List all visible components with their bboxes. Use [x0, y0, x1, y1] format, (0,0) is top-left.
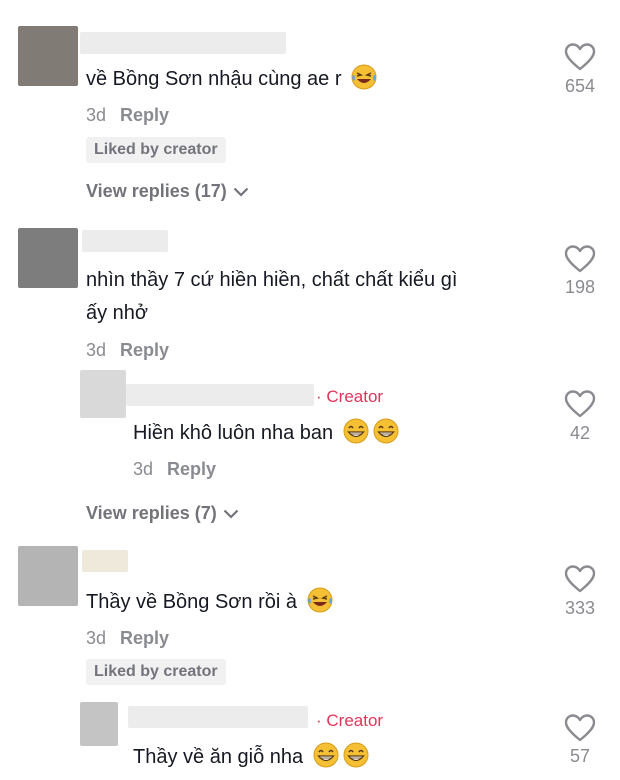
reply-time: 3d — [133, 459, 154, 479]
like-count: 42 — [569, 423, 591, 443]
chevron-down-icon — [233, 187, 249, 197]
reply-button[interactable]: Reply — [120, 628, 169, 648]
comment-time: 3d — [86, 105, 107, 125]
comment-text: Thầy về Bồng Sơn rồi à — [86, 587, 333, 617]
comment-text-line-2: ấy nhở — [86, 302, 149, 324]
grinning-emoji — [342, 742, 369, 768]
reply-meta: 3d Reply — [133, 459, 216, 480]
avatar[interactable] — [80, 702, 118, 746]
liked-by-creator-badge: Liked by creator — [86, 659, 226, 685]
reply-button[interactable]: Reply — [120, 105, 169, 125]
username-redacted[interactable] — [80, 32, 286, 54]
reply-button[interactable]: Reply — [120, 340, 169, 360]
like-heart-icon[interactable] — [564, 713, 596, 743]
grinning-emoji — [342, 418, 369, 444]
avatar[interactable] — [18, 546, 78, 606]
comment-text: về Bồng Sơn nhậu cùng ae r — [86, 64, 377, 94]
reply-text: Thầy về ăn giỗ nha — [133, 742, 369, 772]
comment-meta: 3d Reply — [86, 340, 169, 361]
like-heart-icon[interactable] — [564, 389, 596, 419]
grinning-emoji — [372, 418, 399, 444]
liked-by-creator-badge: Liked by creator — [86, 137, 226, 163]
view-replies-button[interactable]: View replies (7) — [86, 503, 239, 524]
chevron-down-icon — [223, 509, 239, 519]
like-heart-icon[interactable] — [564, 564, 596, 594]
avatar[interactable] — [80, 370, 126, 418]
laughing-tears-emoji — [306, 587, 333, 613]
view-replies-button[interactable]: View replies (17) — [86, 181, 249, 202]
avatar[interactable] — [18, 228, 78, 288]
reply-button[interactable]: Reply — [167, 459, 216, 479]
username-redacted[interactable] — [82, 550, 128, 572]
like-count: 57 — [569, 746, 591, 766]
username-redacted[interactable] — [128, 706, 308, 728]
like-count: 654 — [564, 76, 596, 96]
like-count: 198 — [564, 277, 596, 297]
like-heart-icon[interactable] — [564, 42, 596, 72]
avatar[interactable] — [18, 26, 78, 86]
laughing-tears-emoji — [351, 64, 377, 90]
grinning-emoji — [312, 742, 339, 768]
reply-text: Hiền khô luôn nha ban — [133, 418, 399, 448]
comment-time: 3d — [86, 340, 107, 360]
creator-badge: · Creator — [316, 387, 384, 406]
comment-meta: 3d Reply — [86, 105, 169, 126]
comment-text-line-1: nhìn thầy 7 cứ hiền hiền, chất chất kiểu… — [86, 269, 458, 291]
like-count: 333 — [564, 598, 596, 618]
comment-time: 3d — [86, 628, 107, 648]
comment-meta: 3d Reply — [86, 628, 169, 649]
creator-badge: · Creator — [316, 711, 384, 730]
like-heart-icon[interactable] — [564, 244, 596, 274]
username-redacted[interactable] — [126, 384, 314, 406]
username-redacted[interactable] — [82, 230, 168, 252]
